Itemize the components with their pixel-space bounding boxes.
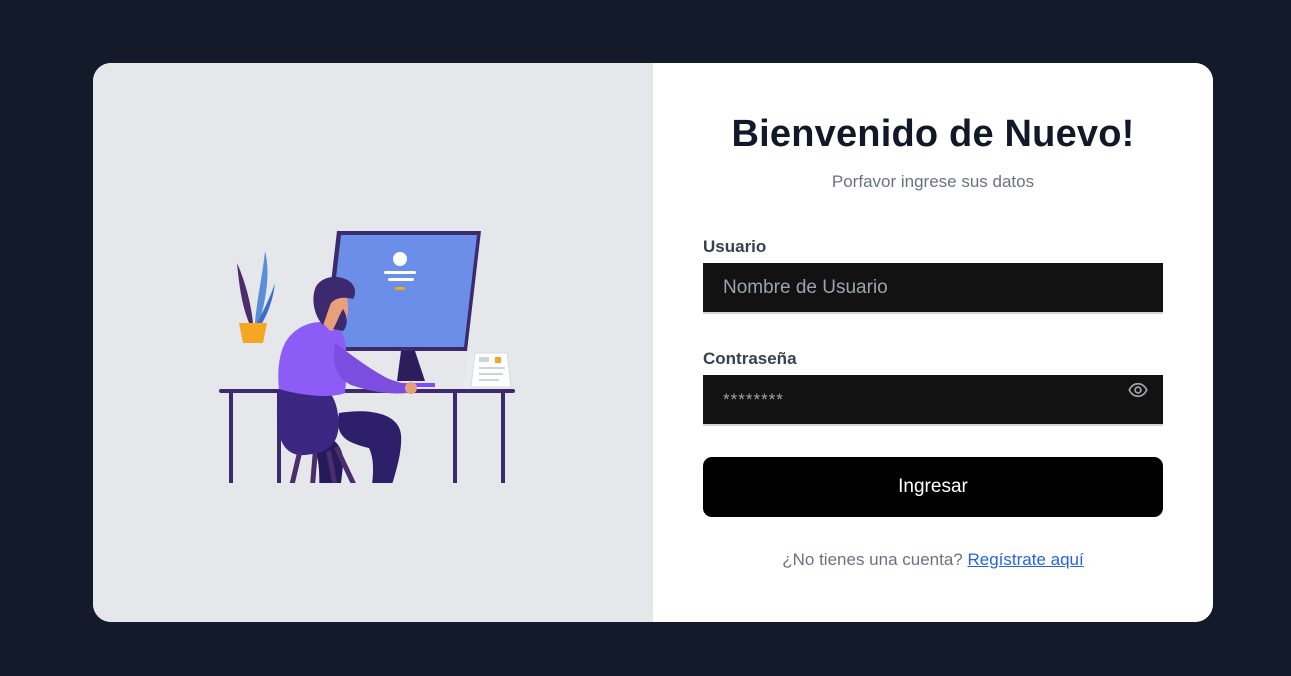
login-button[interactable]: Ingresar [703,457,1163,517]
page-title: Bienvenido de Nuevo! [731,113,1135,155]
page-subtitle: Porfavor ingrese sus datos [831,172,1035,191]
password-field-container [703,375,1163,426]
register-prompt: ¿No tienes una cuenta? [782,550,963,569]
password-input[interactable] [723,389,1163,410]
password-label: Contraseña [703,349,797,368]
username-input[interactable] [723,276,1163,299]
eye-icon[interactable] [1127,380,1149,400]
login-form-panel: Bienvenido de Nuevo! Porfavor ingrese su… [653,63,1213,622]
register-link[interactable]: Regístrate aquí [968,550,1084,569]
person-at-computer-illustration [219,231,515,483]
register-row: ¿No tienes una cuenta? Regístrate aquí [653,550,1213,570]
username-field-container [703,263,1163,314]
login-card: Bienvenido de Nuevo! Porfavor ingrese su… [93,63,1213,622]
illustration-panel [93,63,653,622]
username-label: Usuario [703,237,767,256]
